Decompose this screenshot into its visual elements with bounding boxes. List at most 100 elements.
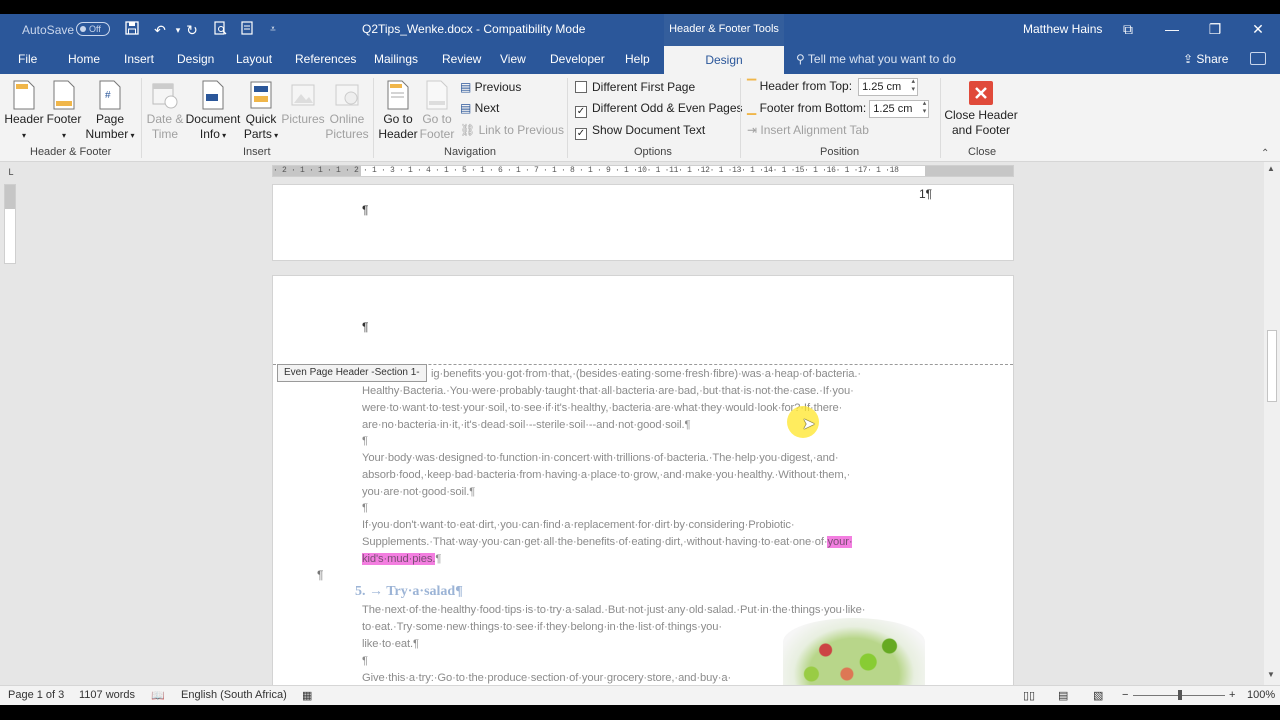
scroll-up-icon[interactable]: ▲ bbox=[1267, 164, 1275, 173]
next-label: Next bbox=[474, 101, 500, 115]
mouse-cursor-icon: ➤ bbox=[802, 416, 816, 433]
pictures-button[interactable]: Pictures bbox=[280, 80, 326, 127]
tell-me-search[interactable]: ⚲ Tell me what you want to do bbox=[796, 52, 956, 66]
close-header-footer-button[interactable]: Close Header and Footer bbox=[944, 80, 1018, 138]
quick-print-icon[interactable] bbox=[237, 20, 257, 40]
word-count[interactable]: 1107 words bbox=[79, 689, 135, 701]
footer-button[interactable]: Footer ▾ bbox=[44, 80, 84, 143]
paragraph-line[interactable]: absorb·food,·keep·bad·bacteria·from·havi… bbox=[362, 467, 932, 484]
paragraph-line[interactable]: The·next·of·the·healthy·food·tips·is·to·… bbox=[362, 602, 942, 619]
tab-references[interactable]: References bbox=[295, 52, 356, 66]
zoom-level[interactable]: 100% bbox=[1247, 689, 1275, 701]
horizontal-ruler[interactable]: · 2 · 1 · 1 · 1 · 2 · 1 · 3 · 1 · 4 · 1 … bbox=[272, 165, 1014, 177]
page-count[interactable]: Page 1 of 3 bbox=[8, 689, 64, 701]
link-to-previous-button[interactable]: ⛓ Link to Previous bbox=[460, 123, 564, 137]
tab-review[interactable]: Review bbox=[442, 52, 481, 66]
tab-layout[interactable]: Layout bbox=[236, 52, 272, 66]
paragraph-line[interactable]: ig·benefits·you·got·from·that,·(besides·… bbox=[431, 366, 931, 383]
header-label: Header bbox=[4, 112, 44, 126]
go-to-footer-button[interactable]: Go to Footer bbox=[418, 80, 456, 142]
zoom-out-icon[interactable]: − bbox=[1122, 689, 1128, 701]
paragraph-line[interactable]: Your·body·was·designed·to·function·in·co… bbox=[362, 450, 932, 467]
print-layout-icon[interactable]: ▤ bbox=[1058, 689, 1068, 702]
document-area[interactable]: L · 2 · 1 · 1 · 1 · 2 · 1 · 3 · 1 · 4 · … bbox=[0, 162, 1264, 685]
tab-view[interactable]: View bbox=[500, 52, 526, 66]
user-name[interactable]: Matthew Hains bbox=[1023, 22, 1102, 36]
go-to-header-button[interactable]: Go to Header bbox=[377, 80, 419, 142]
heading-try-a-salad[interactable]: 5. → Try·a·salad¶ bbox=[355, 584, 463, 600]
insert-alignment-tab-button[interactable]: ⇥ Insert Alignment Tab bbox=[747, 123, 869, 137]
paragraph-line[interactable]: Give·this·a·try:·Go·to·the·produce·secti… bbox=[362, 670, 782, 685]
footer-from-bottom-input[interactable]: 1.25 cm bbox=[869, 100, 930, 118]
vertical-ruler[interactable] bbox=[4, 184, 16, 264]
tab-selector[interactable]: L bbox=[4, 166, 18, 178]
go-to-header-icon bbox=[387, 80, 409, 110]
document-info-label-1: Document bbox=[185, 112, 241, 126]
empty-paragraph[interactable]: ¶ bbox=[362, 500, 932, 517]
macro-record-icon[interactable]: ▦ bbox=[302, 689, 312, 702]
salad-image[interactable] bbox=[783, 618, 925, 685]
header-button[interactable]: Header ▾ bbox=[4, 80, 44, 143]
print-preview-icon[interactable] bbox=[210, 20, 230, 40]
undo-icon[interactable]: ↶ bbox=[150, 20, 170, 40]
page-1-footer-area[interactable]: ¶ 1¶ bbox=[272, 184, 1014, 261]
tab-file[interactable]: File bbox=[18, 52, 37, 66]
footer-from-bottom-label: Footer from Bottom: bbox=[759, 101, 867, 116]
collapse-ribbon-icon[interactable]: ⌃ bbox=[1261, 148, 1269, 159]
document-info-button[interactable]: Document Info ▾ bbox=[184, 80, 242, 143]
next-button[interactable]: ▤ Next bbox=[460, 101, 499, 115]
tab-help[interactable]: Help bbox=[625, 52, 650, 66]
share-button[interactable]: ⇪ Share bbox=[1183, 52, 1228, 66]
proofing-icon[interactable]: 📖 bbox=[151, 689, 165, 702]
paragraph-line[interactable]: to·eat.·Try·some·new·things·to·see·if·th… bbox=[362, 619, 782, 636]
paragraph-line[interactable]: you·are·not·good·soil.¶ bbox=[362, 484, 932, 501]
restore-icon[interactable]: ❐ bbox=[1201, 18, 1229, 40]
zoom-slider-thumb[interactable] bbox=[1178, 690, 1182, 700]
paragraph-line[interactable]: are·no·bacteria·in·it,·it's·dead·soil·--… bbox=[362, 417, 932, 434]
tab-insert[interactable]: Insert bbox=[124, 52, 154, 66]
date-time-button[interactable]: Date & Time bbox=[144, 80, 186, 142]
ribbon-display-options-icon[interactable]: ⧉ bbox=[1114, 18, 1142, 40]
language[interactable]: English (South Africa) bbox=[181, 689, 287, 701]
zoom-in-icon[interactable]: + bbox=[1229, 689, 1235, 701]
show-document-text-checkbox[interactable]: ✓ Show Document Text bbox=[575, 123, 705, 140]
page-number-field[interactable]: 1¶ bbox=[919, 187, 932, 201]
tab-developer[interactable]: Developer bbox=[550, 52, 605, 66]
empty-paragraph[interactable]: ¶ bbox=[362, 433, 932, 450]
different-odd-even-checkbox[interactable]: ✓ Different Odd & Even Pages bbox=[575, 101, 743, 118]
vertical-scrollbar[interactable]: ▲ ▼ bbox=[1264, 162, 1280, 685]
pictures-icon bbox=[291, 84, 315, 106]
autosave-toggle[interactable]: Off bbox=[76, 22, 110, 36]
comments-icon[interactable] bbox=[1250, 52, 1266, 65]
page-2[interactable]: ¶ Even Page Header -Section 1- ig·benefi… bbox=[272, 275, 1014, 685]
group-separator bbox=[141, 78, 142, 158]
alignment-tab-icon: ⇥ bbox=[747, 123, 761, 137]
tab-header-footer-design[interactable]: Design bbox=[664, 46, 784, 74]
tab-design[interactable]: Design bbox=[177, 52, 214, 66]
link-icon: ⛓ bbox=[460, 123, 479, 137]
minimize-icon[interactable]: — bbox=[1158, 18, 1186, 40]
different-first-page-checkbox[interactable]: Different First Page bbox=[575, 80, 695, 94]
tab-mailings[interactable]: Mailings bbox=[374, 52, 418, 66]
customize-toolbar-icon[interactable]: ⩡ bbox=[263, 20, 283, 40]
paragraph-line[interactable]: kid's·mud·pies.¶ bbox=[362, 551, 932, 568]
quick-parts-button[interactable]: Quick Parts ▾ bbox=[242, 80, 280, 143]
header-from-top-input[interactable]: 1.25 cm bbox=[858, 78, 919, 96]
redo-icon[interactable]: ↻ bbox=[182, 20, 202, 40]
group-separator bbox=[373, 78, 374, 158]
online-pictures-button[interactable]: Online Pictures bbox=[324, 80, 370, 142]
paragraph-line[interactable]: Supplements.·That·way·you·can·get·all·th… bbox=[362, 534, 932, 551]
previous-button[interactable]: ▤ Previous bbox=[460, 80, 521, 94]
paragraph-line[interactable]: Healthy·Bacteria.·You·were·probably·taug… bbox=[362, 383, 932, 400]
close-icon[interactable]: ✕ bbox=[1244, 18, 1272, 40]
group-label-options: Options bbox=[634, 146, 672, 158]
read-mode-icon[interactable]: ▯▯ bbox=[1023, 689, 1035, 702]
scrollbar-thumb[interactable] bbox=[1267, 330, 1277, 402]
web-layout-icon[interactable]: ▧ bbox=[1093, 689, 1103, 702]
paragraph-line[interactable]: If·you·don't·want·to·eat·dirt,·you·can·f… bbox=[362, 517, 932, 534]
page-number-button[interactable]: # Page Number ▾ bbox=[84, 80, 136, 143]
paragraph-line[interactable]: were·to·want·to·test·your·soil,·to·see·i… bbox=[362, 400, 932, 417]
save-icon[interactable] bbox=[122, 20, 142, 40]
scroll-down-icon[interactable]: ▼ bbox=[1267, 670, 1275, 679]
tab-home[interactable]: Home bbox=[68, 52, 100, 66]
